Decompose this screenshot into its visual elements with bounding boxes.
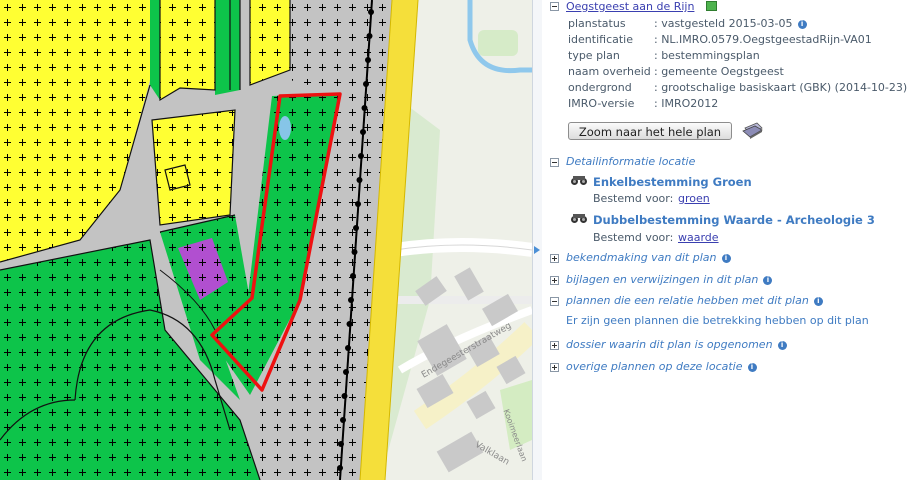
- collapse-relaties-toggle[interactable]: [550, 297, 559, 306]
- collapse-arrow-icon[interactable]: [534, 246, 540, 254]
- info-panel: Oegstgeest aan de Rijn planstatus : vastg…: [542, 0, 912, 480]
- plan-field-value: : gemeente Oegstgeest: [654, 65, 784, 78]
- info-icon[interactable]: i: [797, 20, 807, 29]
- detail-section-title: Detailinformatie locatie: [566, 155, 696, 168]
- plan-field-value-text: : grootschalige basiskaart (GBK) (2014-1…: [654, 81, 908, 94]
- detail-item-label: Bestemd voor:: [593, 231, 674, 244]
- info-icon[interactable]: i: [813, 297, 823, 306]
- info-icon[interactable]: i: [747, 363, 757, 372]
- plan-field-value-text: : NL.IMRO.0579.OegstgeestadRijn-VA01: [654, 33, 872, 46]
- collapse-plan-toggle[interactable]: [550, 2, 559, 11]
- plan-field-value: : grootschalige basiskaart (GBK) (2014-1…: [654, 81, 907, 94]
- zoom-to-plan-button[interactable]: Zoom naar het hele plan: [568, 122, 732, 140]
- plan-field-value: : NL.IMRO.0579.OegstgeestadRijn-VA01: [654, 33, 872, 46]
- print-icon[interactable]: [740, 120, 764, 140]
- section-bekendmaking[interactable]: bekendmaking van dit plan i: [566, 251, 731, 264]
- detail-item-title: Dubbelbestemming Waarde - Archeologie 3: [593, 213, 875, 227]
- info-icon[interactable]: i: [777, 341, 787, 350]
- binoculars-icon: [571, 176, 587, 185]
- plan-field-key: naam overheid: [568, 65, 651, 78]
- section-relaties[interactable]: plannen die een relatie hebben met dit p…: [566, 294, 823, 307]
- collapse-detail-toggle[interactable]: [550, 158, 559, 167]
- plan-field-value: : bestemmingsplan: [654, 49, 760, 62]
- expand-bekendmaking-toggle[interactable]: [550, 254, 559, 263]
- info-icon[interactable]: i: [763, 276, 773, 285]
- plan-field-key: IMRO-versie: [568, 97, 635, 110]
- info-icon[interactable]: i: [721, 254, 731, 263]
- plan-field-value: : IMRO2012: [654, 97, 718, 110]
- plan-field-key: identificatie: [568, 33, 634, 46]
- binoculars-icon: [571, 214, 587, 223]
- bestemming-groen-link[interactable]: groen: [678, 192, 710, 205]
- bestemming-waarde-link[interactable]: waarde: [678, 231, 719, 244]
- plan-field-key: planstatus: [568, 17, 626, 30]
- detail-item-title: Enkelbestemming Groen: [593, 175, 752, 189]
- expand-bijlagen-toggle[interactable]: [550, 276, 559, 285]
- section-dossier[interactable]: dossier waarin dit plan is opgenomen i: [566, 338, 787, 351]
- section-bijlagen[interactable]: bijlagen en verwijzingen in dit plan i: [566, 273, 773, 286]
- plan-field-value: : vastgesteld 2015-03-05 i: [654, 17, 807, 30]
- panel-splitter[interactable]: [532, 0, 542, 480]
- plan-field-key: type plan: [568, 49, 620, 62]
- relation-empty-text: Er zijn geen plannen die betrekking hebb…: [566, 314, 869, 327]
- plan-field-value-text: : IMRO2012: [654, 97, 719, 110]
- plan-field-value-text: : gemeente Oegstgeest: [654, 65, 784, 78]
- section-overige-plannen[interactable]: overige plannen op deze locatie i: [566, 360, 757, 373]
- plan-field-value-text: : bestemmingsplan: [654, 49, 760, 62]
- plan-map-icon[interactable]: [706, 1, 717, 11]
- expand-dossier-toggle[interactable]: [550, 341, 559, 350]
- plan-field-key: ondergrond: [568, 81, 632, 94]
- plan-name-link[interactable]: Oegstgeest aan de Rijn: [566, 0, 694, 13]
- map-view[interactable]: Endegeesterstraatweg Valklaan Kooimeerla…: [0, 0, 532, 480]
- expand-overige-toggle[interactable]: [550, 363, 559, 372]
- detail-item-label: Bestemd voor:: [593, 192, 674, 205]
- plan-field-value-text: : vastgesteld 2015-03-05: [654, 17, 793, 30]
